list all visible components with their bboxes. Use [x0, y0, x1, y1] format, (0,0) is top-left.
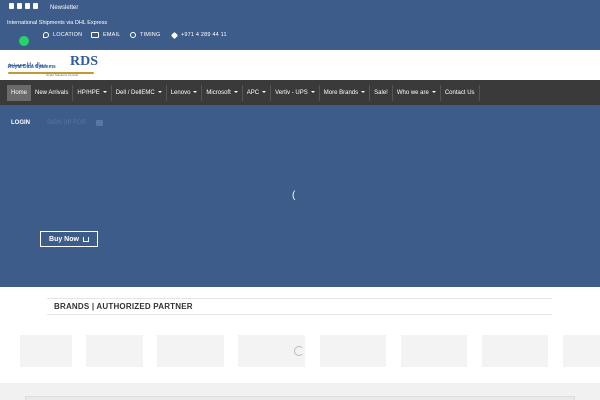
site-logo[interactable]: رويال داتا سيستمز Royal Data Systems RDS… [8, 54, 100, 77]
nav-item-label: Contact Us [444, 89, 475, 96]
brands-heading: BRANDS | AUTHORIZED PARTNER [54, 302, 193, 311]
footer-panel [25, 396, 575, 400]
chevron-down-icon [102, 90, 107, 93]
nav-item-label: APC [246, 89, 260, 96]
phone-icon [170, 31, 179, 39]
brand-logo-card[interactable] [401, 335, 467, 367]
phone-link[interactable]: +971 4 289 44 11 [170, 31, 227, 39]
chevron-down-icon [233, 90, 238, 93]
nav-item-home[interactable]: Home [7, 84, 32, 101]
timing-label: TIMING [140, 32, 161, 38]
nav-item-new-arrivals[interactable]: New Arrivals [31, 84, 74, 101]
nav-item-label: HP/HPE [77, 89, 100, 96]
clock-icon [130, 32, 136, 38]
buy-now-label: Buy Now [49, 235, 79, 243]
buy-now-button[interactable]: Buy Now [40, 231, 98, 247]
nav-item-label: Who we are [396, 89, 429, 96]
logo-tagline: Smart Solutions Consult [46, 73, 79, 77]
nav-item-hp-hpe[interactable]: HP/HPE [73, 84, 112, 101]
nav-item-apc[interactable]: APC [243, 84, 272, 101]
nav-item-label: Home [11, 89, 28, 96]
email-label: EMAIL [103, 32, 121, 38]
whatsapp-icon[interactable] [19, 36, 29, 46]
divider [47, 314, 552, 315]
envelope-icon [91, 32, 99, 38]
nav-item-more-brands[interactable]: More Brands [320, 84, 371, 101]
nav-item-sale[interactable]: Sale! [370, 84, 393, 101]
loading-spinner: ( [292, 190, 296, 201]
nav-item-who-we-are[interactable]: Who we are [393, 84, 441, 101]
nav-item-label: Dell / DellEMC [115, 89, 155, 96]
nav-item-microsoft[interactable]: Microsoft [202, 84, 243, 101]
chevron-down-icon [431, 90, 436, 93]
brand-logo-card[interactable] [563, 335, 600, 367]
location-pin-icon [43, 32, 49, 38]
chevron-down-icon [310, 90, 315, 93]
instagram-icon[interactable] [17, 3, 22, 9]
nav-item-contact-us[interactable]: Contact Us [441, 84, 480, 101]
shipping-notice: International Shipments via DHL Express [7, 20, 108, 26]
nav-item-lenovo[interactable]: Lenovo [167, 84, 203, 101]
nav-item-label: More Brands [323, 89, 359, 96]
brand-logo-card[interactable] [20, 335, 72, 367]
loading-spinner-icon [294, 346, 304, 356]
location-label: LOCATION [53, 32, 83, 38]
chevron-down-icon [262, 90, 267, 93]
brand-logo-card[interactable] [320, 335, 386, 367]
login-link[interactable]: LOGIN [11, 120, 30, 126]
timing-link[interactable]: TIMING [130, 32, 160, 38]
nav-item-label: Microsoft [206, 89, 231, 96]
main-navigation: Home New Arrivals HP/HPE Dell / DellEMC Leno… [0, 80, 600, 105]
chevron-down-icon [361, 90, 366, 93]
email-link[interactable]: EMAIL [91, 32, 121, 38]
linkedin-icon[interactable] [33, 3, 38, 9]
logo-english-name: Royal Data Systems [8, 64, 56, 70]
location-link[interactable]: LOCATION [43, 32, 82, 38]
twitter-icon[interactable] [25, 3, 30, 9]
nav-item-vertiv-ups[interactable]: Vertiv - UPS [271, 84, 320, 101]
divider [47, 298, 552, 299]
newsletter-link[interactable]: Newsletter [50, 5, 78, 11]
signup-link[interactable]: SIGN UP FOR [47, 120, 86, 126]
nav-item-label: New Arrivals [35, 89, 69, 96]
facebook-icon[interactable] [9, 3, 14, 9]
hero-banner [0, 105, 600, 287]
chevron-down-icon [157, 90, 162, 93]
chevron-down-icon [193, 90, 198, 93]
brand-logo-card[interactable] [157, 335, 224, 367]
brand-logo-card[interactable] [482, 335, 548, 367]
nav-item-dell-dellemc[interactable]: Dell / DellEMC [112, 84, 167, 101]
nav-item-label: Vertiv - UPS [275, 89, 308, 96]
nav-item-label: Sale! [374, 89, 388, 96]
brand-logo-card[interactable] [86, 335, 143, 367]
user-icon [96, 120, 103, 126]
logo-mark: RDS [70, 54, 99, 69]
phone-number: +971 4 289 44 11 [181, 32, 227, 38]
social-links [9, 3, 38, 9]
cart-icon [82, 236, 89, 242]
nav-item-label: Lenovo [170, 89, 191, 96]
